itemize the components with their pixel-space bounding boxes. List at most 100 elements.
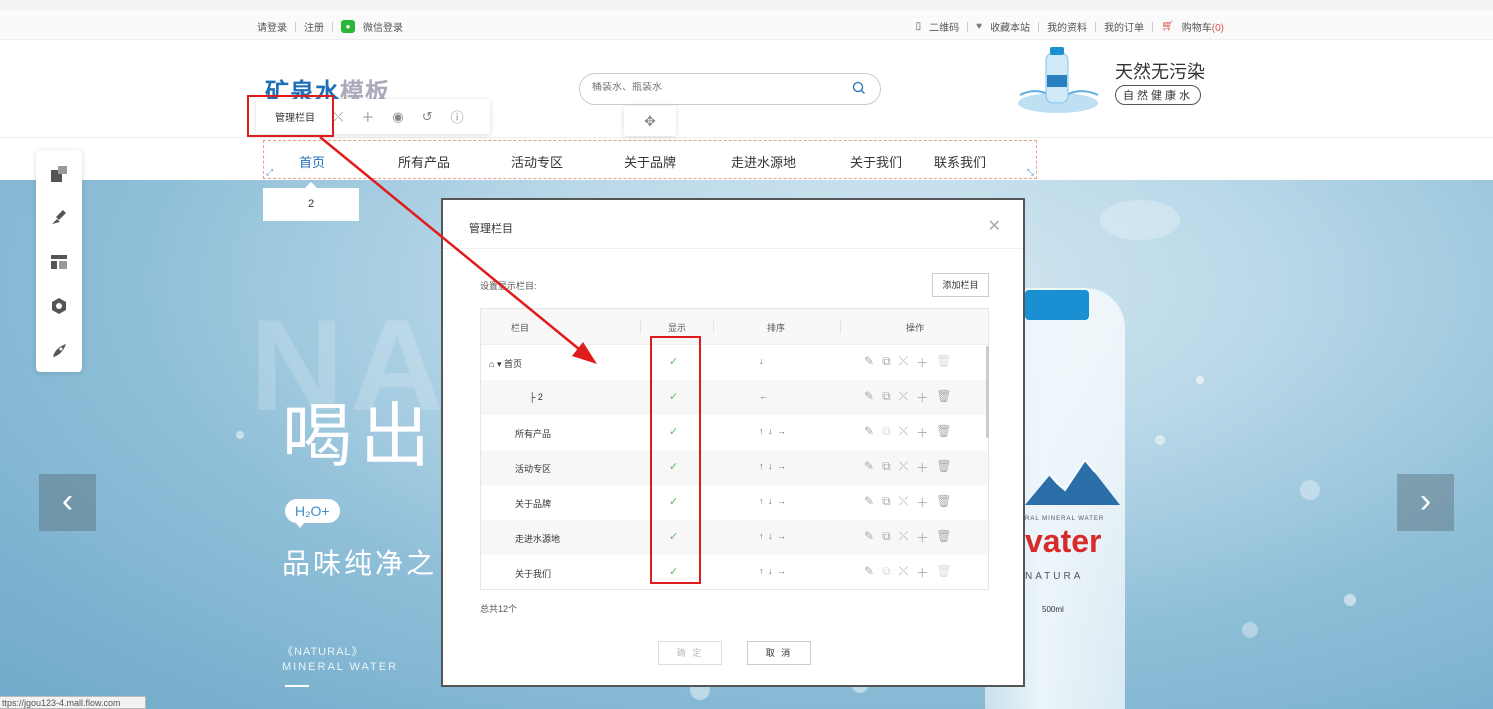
- copy-icon[interactable]: ⧉: [882, 459, 891, 476]
- copy-icon[interactable]: ⧉: [882, 424, 891, 441]
- copy-icon[interactable]: ⧉: [882, 389, 891, 406]
- expand-icon[interactable]: ▾: [497, 359, 502, 369]
- add-icon[interactable]: ＋: [361, 107, 374, 126]
- sort-arrows[interactable]: ↑ ↓ →: [759, 566, 787, 576]
- unlink-icon[interactable]: ⤬: [899, 424, 909, 441]
- sort-arrows[interactable]: ←: [759, 391, 769, 401]
- register-link[interactable]: 注册: [304, 19, 324, 34]
- nav-item-brand[interactable]: 关于品牌: [624, 152, 676, 171]
- login-link[interactable]: 请登录: [257, 19, 287, 34]
- mountain-icon: [1025, 458, 1120, 505]
- move-icon[interactable]: ✥: [624, 106, 676, 136]
- row-operations: ✎ ⧉ ⤬ ＋ 🗑︎: [864, 354, 952, 371]
- delete-icon[interactable]: 🗑︎: [936, 389, 951, 406]
- delete-icon[interactable]: 🗑︎: [936, 354, 951, 371]
- sort-arrows[interactable]: ↑ ↓ →: [759, 496, 787, 506]
- bottle-natura: NATURA: [1025, 571, 1084, 582]
- add-icon[interactable]: ＋: [916, 564, 928, 581]
- nav-item-events[interactable]: 活动专区: [511, 152, 563, 171]
- copy-icon[interactable]: ⧉: [882, 354, 891, 371]
- resize-handle-icon[interactable]: ⤡: [1027, 167, 1034, 178]
- edit-icon[interactable]: ✎: [864, 564, 874, 581]
- delete-icon[interactable]: 🗑︎: [936, 529, 951, 546]
- prev-slide-button[interactable]: ‹: [39, 474, 96, 531]
- phone-icon: ▯: [915, 21, 922, 32]
- unlink-icon[interactable]: ⤬: [899, 389, 909, 406]
- manage-columns-dialog: 管理栏目 ✕ 设置显示栏目: 添加栏目 栏目 显示 排序 操作 ⌂ ▾ 首页 ✓…: [441, 198, 1025, 687]
- add-icon[interactable]: ＋: [916, 529, 928, 546]
- nav-item-source[interactable]: 走进水源地: [731, 152, 796, 171]
- wechat-icon[interactable]: ●: [341, 20, 355, 33]
- edit-icon[interactable]: ✎: [864, 424, 874, 441]
- unlink-icon[interactable]: ⤬: [899, 529, 909, 546]
- nav-item-contact[interactable]: 联系我们: [934, 152, 986, 171]
- delete-icon[interactable]: 🗑︎: [936, 494, 951, 511]
- subnav-item[interactable]: 2: [263, 188, 359, 221]
- unlink-icon[interactable]: ⤬: [899, 459, 909, 476]
- qrcode-link[interactable]: 二维码: [929, 19, 959, 34]
- add-column-button[interactable]: 添加栏目: [932, 273, 989, 297]
- row-operations: ✎ ⧉ ⤬ ＋ 🗑︎: [864, 459, 952, 476]
- copy-icon[interactable]: ⧉: [882, 529, 891, 546]
- rocket-icon[interactable]: [50, 342, 68, 360]
- delete-icon[interactable]: 🗑︎: [936, 424, 951, 441]
- table-row: 活动专区 ✓ ↑ ↓ → ✎ ⧉ ⤬ ＋ 🗑︎: [481, 450, 988, 485]
- search-input[interactable]: [592, 82, 832, 93]
- add-icon[interactable]: ＋: [916, 494, 928, 511]
- layout-icon[interactable]: [50, 165, 68, 183]
- favorite-link[interactable]: 收藏本站: [990, 19, 1030, 34]
- home-icon[interactable]: ⌂: [489, 359, 494, 369]
- bottle-cap: [1025, 290, 1089, 320]
- copy-icon[interactable]: ⧉: [882, 494, 891, 511]
- my-profile-link[interactable]: 我的资料: [1047, 19, 1087, 34]
- unlink-icon[interactable]: ⤬: [899, 494, 909, 511]
- sort-arrows[interactable]: ↑ ↓ →: [759, 461, 787, 471]
- nav-item-products[interactable]: 所有产品: [398, 152, 450, 171]
- bottle-volume: 500ml: [1042, 605, 1064, 614]
- main-nav[interactable]: 首页 所有产品 活动专区 关于品牌 走进水源地 关于我们 联系我们 ⤢ ⤡: [263, 140, 1037, 179]
- row-name: 关于品牌: [515, 499, 552, 509]
- nav-item-home[interactable]: 首页: [299, 152, 325, 171]
- nav-item-about[interactable]: 关于我们: [850, 152, 902, 171]
- cancel-button[interactable]: 取 消: [747, 641, 811, 665]
- header-divider: [840, 319, 841, 333]
- delete-icon[interactable]: 🗑︎: [936, 459, 951, 476]
- unlink-icon[interactable]: ⤬: [899, 354, 909, 371]
- edit-icon[interactable]: ✎: [864, 389, 874, 406]
- row-name-cell: ⌂ ▾ 首页: [489, 357, 522, 370]
- edit-icon[interactable]: ✎: [864, 354, 874, 371]
- add-icon[interactable]: ＋: [916, 424, 928, 441]
- sort-arrows[interactable]: ↑ ↓ →: [759, 426, 787, 436]
- module-icon[interactable]: [50, 297, 68, 315]
- next-slide-button[interactable]: ›: [1397, 474, 1454, 531]
- confirm-button[interactable]: 确 定: [658, 641, 722, 665]
- sort-arrows[interactable]: ↑ ↓ →: [759, 531, 787, 541]
- template-icon[interactable]: [50, 253, 68, 271]
- sort-arrows[interactable]: ↓: [759, 356, 765, 366]
- table-row: 所有产品 ✓ ↑ ↓ → ✎ ⧉ ⤬ ＋ 🗑︎: [481, 415, 988, 450]
- divider: [967, 21, 969, 32]
- undo-icon[interactable]: ↺: [422, 109, 433, 125]
- search-icon[interactable]: [852, 81, 866, 95]
- cart-icon[interactable]: 🛒︎: [1161, 21, 1174, 32]
- wechat-login-link[interactable]: 微信登录: [363, 19, 403, 34]
- edit-icon[interactable]: ✎: [864, 529, 874, 546]
- add-icon[interactable]: ＋: [916, 389, 928, 406]
- cart-link[interactable]: 购物车(0): [1182, 19, 1224, 34]
- my-orders-link[interactable]: 我的订单: [1104, 19, 1144, 34]
- paint-brush-icon[interactable]: [50, 208, 68, 226]
- search-box[interactable]: [579, 73, 881, 105]
- add-icon[interactable]: ＋: [916, 459, 928, 476]
- copy-icon[interactable]: ⧉: [882, 564, 891, 581]
- table-scrollbar[interactable]: [986, 346, 989, 438]
- help-icon[interactable]: ⓘ: [451, 107, 464, 126]
- delete-icon[interactable]: 🗑︎: [936, 564, 951, 581]
- unlink-icon[interactable]: ⤬: [899, 564, 909, 581]
- unlink-icon[interactable]: ⤬: [333, 109, 343, 125]
- eye-icon[interactable]: ◉: [392, 109, 403, 125]
- edit-icon[interactable]: ✎: [864, 459, 874, 476]
- resize-handle-icon[interactable]: ⤢: [266, 167, 273, 178]
- add-icon[interactable]: ＋: [916, 354, 928, 371]
- edit-icon[interactable]: ✎: [864, 494, 874, 511]
- close-icon[interactable]: ✕: [988, 216, 1001, 236]
